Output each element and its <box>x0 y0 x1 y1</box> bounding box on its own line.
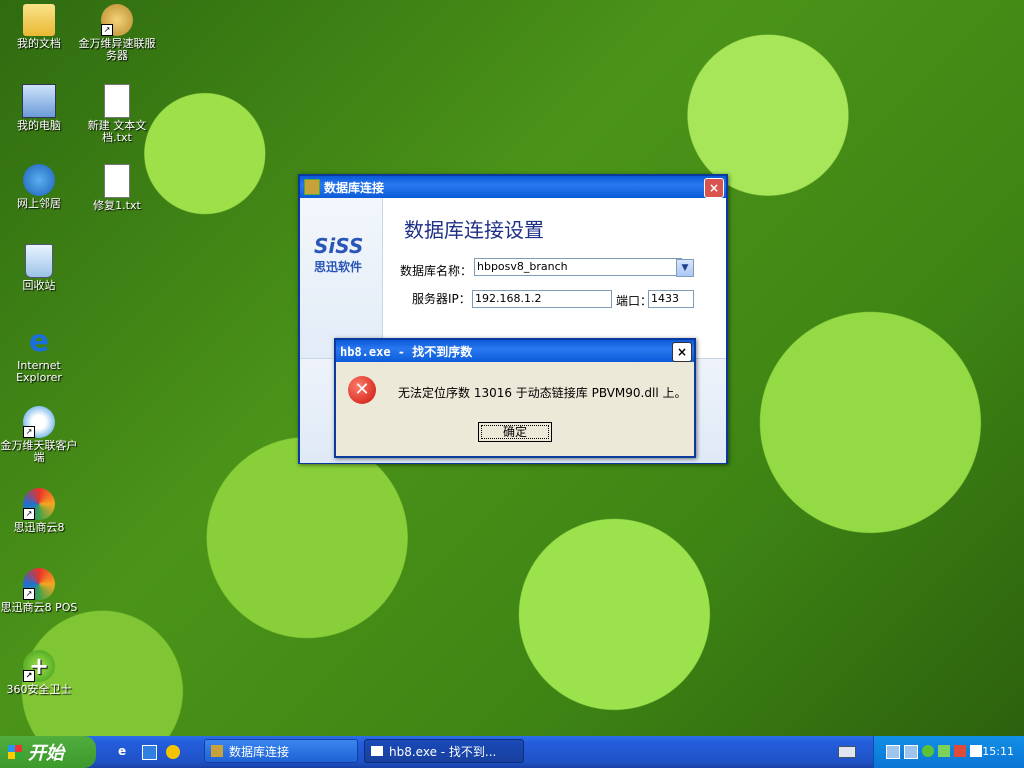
shortcut-arrow-icon: ↗ <box>23 426 35 438</box>
ok-button[interactable]: 确定 <box>478 422 552 442</box>
desktop-icon-network[interactable]: 网上邻居 <box>0 164 78 210</box>
shortcut-arrow-icon: ↗ <box>101 24 113 36</box>
taskbar-item-db-connection[interactable]: 数据库连接 <box>204 739 358 763</box>
network-status-icon[interactable] <box>886 745 900 759</box>
clock[interactable]: 15:11 <box>982 745 1014 758</box>
db-settings-heading: 数据库连接设置 <box>404 218 544 242</box>
keyboard-icon[interactable] <box>838 746 856 758</box>
desktop-icon-label: Internet Explorer <box>16 359 62 384</box>
text-file-icon <box>104 164 130 198</box>
shield-plus-icon[interactable] <box>166 745 180 759</box>
desktop-icon-fix-text[interactable]: 修复1.txt <box>78 164 156 212</box>
siss-logo-icon: ↗ <box>23 568 55 600</box>
db-window-close-button[interactable]: × <box>704 178 724 198</box>
siss-logo-icon: ↗ <box>23 488 55 520</box>
folder-icon <box>23 4 55 36</box>
security-icon[interactable] <box>922 745 934 757</box>
desktop-icon-label: 新建 文本文档.txt <box>87 119 147 144</box>
shortcut-arrow-icon: ↗ <box>23 670 35 682</box>
desktop-icon-label: 我的文档 <box>17 37 61 50</box>
desktop-icon-label: 360安全卫士 <box>6 683 72 696</box>
text-file-icon <box>104 84 130 118</box>
db-window-title: 数据库连接 <box>324 180 385 195</box>
server-ip-input[interactable]: 192.168.1.2 <box>472 290 612 308</box>
desktop-icon-label: 回收站 <box>22 279 56 292</box>
shield-plus-icon: + ↗ <box>23 650 55 682</box>
desktop-icon-label: 我的电脑 <box>17 119 61 132</box>
desktop-icon-label: 金万维异速联服务器 <box>78 37 156 62</box>
tray-app-icon[interactable] <box>954 745 966 757</box>
desktop-icon-label: 金万维天联客户端 <box>0 439 78 464</box>
port-label: 端口： <box>616 294 653 308</box>
desktop-icon-siss8-pos[interactable]: ↗ 思迅商云8 POS <box>0 568 78 614</box>
dbname-select[interactable]: hbposv8_branch <box>474 258 682 276</box>
error-icon: ✕ <box>348 376 376 404</box>
desktop-icon-label: 修复1.txt <box>93 199 141 212</box>
quick-launch-app-icon[interactable] <box>142 745 157 760</box>
quick-launch: e <box>118 744 188 760</box>
gnway-client-icon: ↗ <box>23 406 55 438</box>
server-key-icon: ↗ <box>101 4 133 36</box>
port-input[interactable]: 1433 <box>648 290 694 308</box>
chevron-down-icon[interactable]: ▼ <box>676 259 694 277</box>
desktop-icon-label: 思迅商云8 <box>13 521 65 534</box>
taskbar-item-error-dialog[interactable]: hb8.exe - 找不到... <box>364 739 524 763</box>
internet-explorer-icon[interactable]: e <box>118 744 126 758</box>
network-icon <box>23 164 55 196</box>
app-icon <box>304 179 320 195</box>
start-button[interactable]: 开始 <box>0 736 96 768</box>
shortcut-arrow-icon: ↗ <box>23 588 35 600</box>
desktop-icon-gnway-server[interactable]: ↗ 金万维异速联服务器 <box>78 4 156 62</box>
desktop-icon-recycle-bin[interactable]: 回收站 <box>0 244 78 292</box>
desktop-icon-label: 思迅商云8 POS <box>0 601 78 614</box>
windows-logo-icon <box>8 745 22 759</box>
error-dialog-titlebar[interactable]: hb8.exe - 找不到序数 <box>336 340 694 362</box>
desktop-icon-my-computer[interactable]: 我的电脑 <box>0 84 78 132</box>
error-dialog: hb8.exe - 找不到序数 × ✕ 无法定位序数 13016 于动态链接库 … <box>334 338 696 458</box>
taskbar-item-label: 数据库连接 <box>229 744 290 759</box>
desktop-icon-gnway-client[interactable]: ↗ 金万维天联客户端 <box>0 406 78 464</box>
desktop-icon-internet-explorer[interactable]: e Internet Explorer <box>0 326 78 384</box>
db-window-titlebar[interactable]: 数据库连接 <box>300 176 726 198</box>
error-message: 无法定位序数 13016 于动态链接库 PBVM90.dll 上。 <box>398 386 687 400</box>
desktop-icon-label: 网上邻居 <box>17 197 61 210</box>
error-dialog-title: hb8.exe - 找不到序数 <box>340 344 473 359</box>
window-icon <box>371 746 383 756</box>
dbname-label: 数据库名称： <box>400 264 473 278</box>
siss-logo-subtitle: 思迅软件 <box>314 260 363 274</box>
desktop-icon-360[interactable]: + ↗ 360安全卫士 <box>0 650 78 696</box>
app-icon <box>211 745 223 757</box>
server-ip-label: 服务器IP： <box>412 292 471 306</box>
tray-app-icon[interactable] <box>938 745 950 757</box>
desktop-icon-new-text[interactable]: 新建 文本文档.txt <box>78 84 156 144</box>
desktop-icon-my-documents[interactable]: 我的文档 <box>0 4 78 50</box>
taskbar-item-label: hb8.exe - 找不到... <box>389 744 497 759</box>
start-label: 开始 <box>28 743 64 764</box>
tray-app-icon[interactable] <box>970 745 982 757</box>
system-tray: 15:11 <box>873 736 1024 768</box>
network-status-icon[interactable] <box>904 745 918 759</box>
recycle-bin-icon <box>25 244 53 278</box>
taskbar: 开始 e 数据库连接 hb8.exe - 找不到... 15:11 <box>0 736 1024 768</box>
internet-explorer-icon: e <box>28 324 50 359</box>
error-dialog-close-button[interactable]: × <box>672 342 692 362</box>
computer-icon <box>22 84 56 118</box>
siss-logo: SiSS <box>314 234 364 258</box>
desktop-icon-siss8[interactable]: ↗ 思迅商云8 <box>0 488 78 534</box>
shortcut-arrow-icon: ↗ <box>23 508 35 520</box>
